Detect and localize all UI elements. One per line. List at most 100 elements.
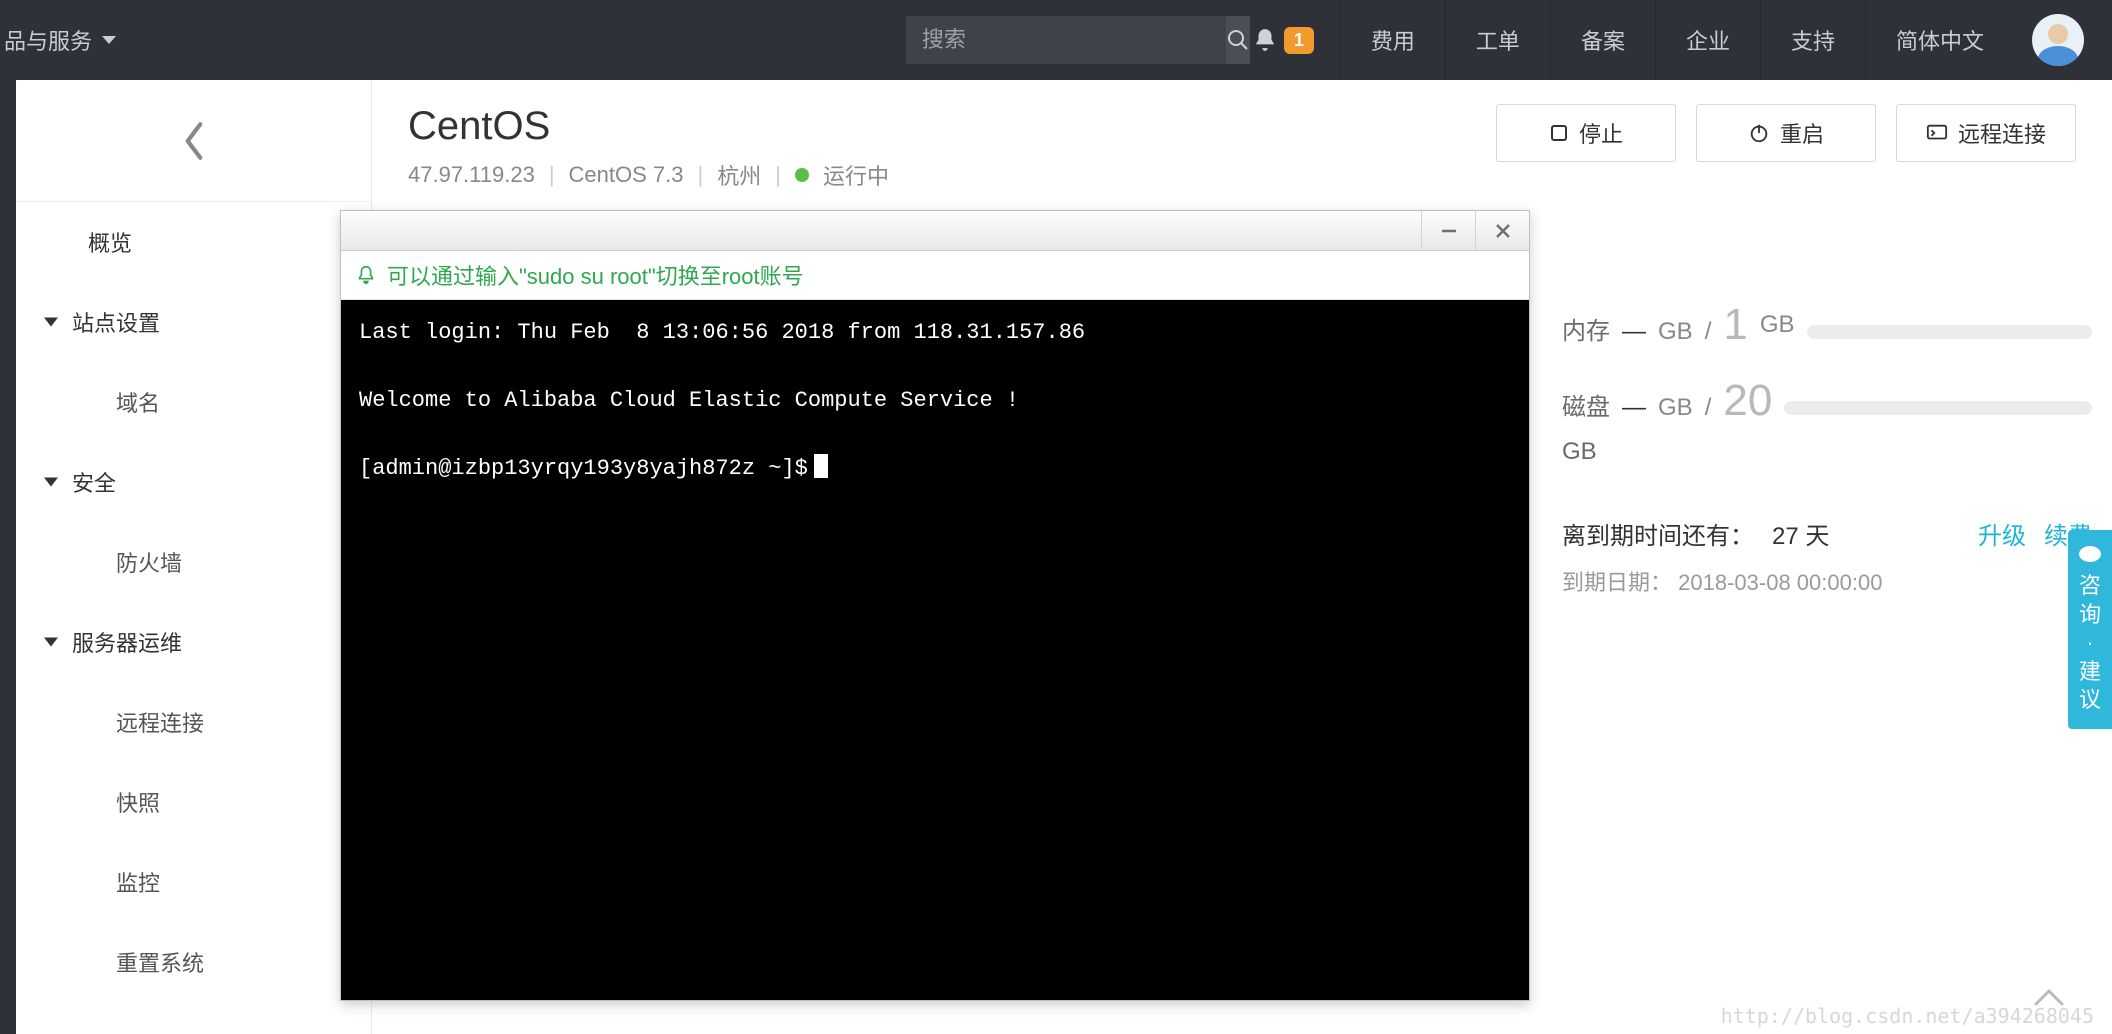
server-os: CentOS 7.3 xyxy=(569,162,684,188)
disk-total-unit: GB xyxy=(1562,438,2092,466)
close-icon xyxy=(1493,221,1513,241)
server-ip: 47.97.119.23 xyxy=(408,162,535,188)
button-label: 远程连接 xyxy=(1958,117,2046,149)
notification-badge: 1 xyxy=(1284,27,1314,54)
stop-button[interactable]: 停止 xyxy=(1496,104,1676,162)
disk-used: — xyxy=(1622,394,1646,422)
terminal-titlebar[interactable] xyxy=(341,211,1529,251)
sidebar-item-label: 重置系统 xyxy=(116,946,204,978)
server-subtitle: 47.97.119.23 | CentOS 7.3 | 杭州 | 运行中 xyxy=(408,159,889,191)
stop-icon xyxy=(1549,123,1569,143)
back-button[interactable] xyxy=(16,80,371,202)
sidebar-item-label: 服务器运维 xyxy=(72,626,182,658)
disk-sep: / xyxy=(1705,394,1712,422)
status-dot-icon xyxy=(795,168,809,182)
power-icon xyxy=(1748,122,1770,144)
terminal-icon xyxy=(1926,122,1948,144)
expire-label: 离到期时间还有： xyxy=(1562,516,1754,551)
sidebar-item-label: 远程连接 xyxy=(116,706,204,738)
products-label: 品与服务 xyxy=(4,24,92,56)
sidebar-overview[interactable]: 概览 xyxy=(16,202,371,282)
memory-unit: GB xyxy=(1658,318,1693,346)
chevron-left-icon xyxy=(181,120,207,162)
sidebar-section-ops[interactable]: 服务器运维 xyxy=(16,602,371,682)
disk-row: 磁盘 — GB / 20 xyxy=(1562,376,2092,426)
caret-down-icon xyxy=(102,36,116,44)
nav-language[interactable]: 简体中文 xyxy=(1865,0,2014,80)
nav-beian[interactable]: 备案 xyxy=(1550,0,1655,80)
nav-billing[interactable]: 费用 xyxy=(1340,0,1445,80)
minimize-icon xyxy=(1439,221,1459,241)
products-dropdown[interactable]: 品与服务 xyxy=(0,0,136,80)
sidebar: 概览 站点设置 域名 安全 防火墙 服务器运维 远程连接 快照 监控 重置系统 xyxy=(16,80,372,1034)
sidebar-item-snapshot[interactable]: 快照 xyxy=(16,762,371,842)
expire-date-value: 2018-03-08 00:00:00 xyxy=(1678,570,1882,595)
search-box xyxy=(906,16,1226,64)
upgrade-link[interactable]: 升级 xyxy=(1978,516,2026,551)
disk-total: 20 xyxy=(1723,376,1772,426)
server-title: CentOS xyxy=(408,104,889,149)
close-button[interactable] xyxy=(1475,211,1529,250)
top-nav: 品与服务 1 费用 工单 备案 企业 支持 简体中文 xyxy=(0,0,2112,80)
bell-outline-icon xyxy=(355,264,377,286)
search-input[interactable] xyxy=(906,27,1226,53)
server-header: CentOS 47.97.119.23 | CentOS 7.3 | 杭州 | … xyxy=(372,80,2112,191)
sidebar-item-label: 站点设置 xyxy=(72,306,160,338)
divider: | xyxy=(549,162,555,188)
terminal-line: Last login: Thu Feb 8 13:06:56 2018 from… xyxy=(359,320,1085,345)
sidebar-item-monitor[interactable]: 监控 xyxy=(16,842,371,922)
minimize-button[interactable] xyxy=(1421,211,1475,250)
avatar[interactable] xyxy=(2032,14,2084,66)
expire-date-label: 到期日期： xyxy=(1562,570,1672,595)
nav-support[interactable]: 支持 xyxy=(1760,0,1865,80)
notifications[interactable]: 1 xyxy=(1226,27,1340,54)
cursor-icon xyxy=(814,454,828,478)
memory-total: 1 xyxy=(1723,300,1747,350)
sidebar-section-site[interactable]: 站点设置 xyxy=(16,282,371,362)
sidebar-item-label: 防火墙 xyxy=(116,546,182,578)
sidebar-item-reset[interactable]: 重置系统 xyxy=(16,922,371,1002)
expire-date-row: 到期日期： 2018-03-08 00:00:00 xyxy=(1562,565,2092,597)
memory-sep: / xyxy=(1705,318,1712,346)
sidebar-item-label: 概览 xyxy=(88,226,132,258)
remote-button[interactable]: 远程连接 xyxy=(1896,104,2076,162)
nav-tickets[interactable]: 工单 xyxy=(1445,0,1550,80)
resource-info: 内存 — GB / 1 GB 磁盘 — GB / 20 GB 离到期时间还有： xyxy=(1562,300,2092,597)
terminal-prompt: [admin@izbp13yrqy193y8yajh872z ~]$ xyxy=(359,456,808,481)
sidebar-item-firewall[interactable]: 防火墙 xyxy=(16,522,371,602)
restart-button[interactable]: 重启 xyxy=(1696,104,1876,162)
divider: | xyxy=(775,162,781,188)
sidebar-item-remote[interactable]: 远程连接 xyxy=(16,682,371,762)
terminal-body[interactable]: Last login: Thu Feb 8 13:06:56 2018 from… xyxy=(341,300,1529,1000)
feedback-label: 咨询 · 建议 xyxy=(2079,573,2101,712)
memory-total-unit: GB xyxy=(1760,311,1795,339)
memory-label: 内存 xyxy=(1562,311,1610,346)
watermark: http://blog.csdn.net/a394268045 xyxy=(1721,1004,2094,1028)
terminal-hint-text: 可以通过输入"sudo su root"切换至root账号 xyxy=(387,259,804,291)
memory-row: 内存 — GB / 1 GB xyxy=(1562,300,2092,350)
expire-row: 离到期时间还有： 27 天 升级 续费 xyxy=(1562,516,2092,551)
divider: | xyxy=(698,162,704,188)
bell-icon xyxy=(1252,27,1278,53)
sidebar-item-label: 监控 xyxy=(116,866,160,898)
left-gutter xyxy=(0,80,16,1034)
terminal-hint: 可以通过输入"sudo su root"切换至root账号 xyxy=(341,251,1529,300)
chat-icon xyxy=(2077,544,2103,566)
memory-used: — xyxy=(1622,318,1646,346)
expire-days: 27 天 xyxy=(1772,516,1829,551)
sidebar-item-label: 安全 xyxy=(72,466,116,498)
sidebar-section-security[interactable]: 安全 xyxy=(16,442,371,522)
disk-label: 磁盘 xyxy=(1562,387,1610,422)
feedback-tab[interactable]: 咨询 · 建议 xyxy=(2068,530,2112,729)
terminal-line: Welcome to Alibaba Cloud Elastic Compute… xyxy=(359,388,1019,413)
disk-unit: GB xyxy=(1658,394,1693,422)
sidebar-item-domain[interactable]: 域名 xyxy=(16,362,371,442)
sidebar-item-label: 快照 xyxy=(116,786,160,818)
nav-enterprise[interactable]: 企业 xyxy=(1655,0,1760,80)
button-label: 重启 xyxy=(1780,117,1824,149)
server-region: 杭州 xyxy=(717,159,761,191)
button-label: 停止 xyxy=(1579,117,1623,149)
sidebar-item-label: 域名 xyxy=(116,386,160,418)
disk-bar xyxy=(1784,401,2092,415)
server-status: 运行中 xyxy=(823,159,889,191)
